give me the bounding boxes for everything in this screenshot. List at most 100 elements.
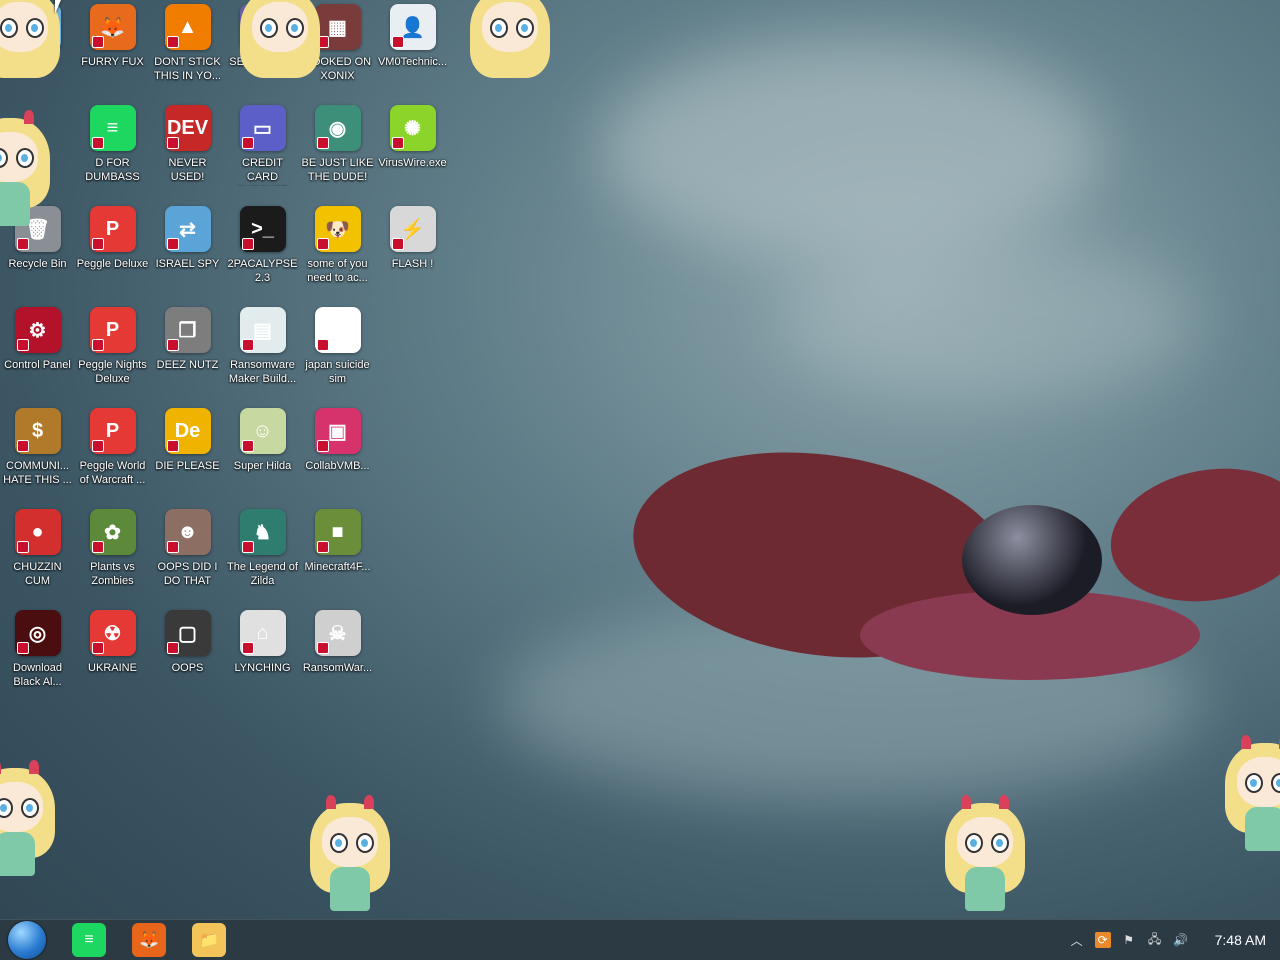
desktop-icon-label: FLASH !	[391, 258, 434, 270]
shortcut-badge-icon	[91, 137, 104, 149]
desktop-icon-label: NEVER USED!	[168, 157, 207, 183]
desktop-icon[interactable]: ☻ OOPS DID I DO THAT	[150, 505, 225, 606]
desktop-icon[interactable]: ▭ CREDIT CARD CHECKER	[225, 101, 300, 202]
app-icon: ◎	[14, 610, 61, 656]
app-icon: DEV	[164, 105, 211, 151]
desktop-icon-label: COMMUNI... HATE THIS ...	[3, 460, 72, 486]
desktop-icon[interactable]: ✺ VirusWire.exe	[375, 101, 450, 202]
desktop-icon[interactable]: De DIE PLEASE	[150, 404, 225, 505]
desktop-icon-label: D FOR DUMBASS	[85, 157, 140, 183]
desktop-icon-label: Download Black Al...	[13, 662, 62, 688]
desktop-icon[interactable]: ☠ RansomWar...	[300, 606, 375, 707]
shortcut-badge-icon	[16, 541, 29, 553]
character-sticker	[0, 0, 70, 100]
desktop: 🖥This PC🦊FURRY FUX▲DONT STICK THIS IN YO…	[0, 0, 1280, 920]
app-icon: P	[89, 307, 136, 353]
app-icon: >_	[239, 206, 286, 252]
desktop-icon-label: Peggle World of Warcraft ...	[79, 460, 146, 486]
app-icon: De	[164, 408, 211, 454]
desktop-icon[interactable]: ≡ D FOR DUMBASS	[75, 101, 150, 202]
network-icon[interactable]: 🖧	[1147, 932, 1163, 948]
shortcut-badge-icon	[166, 137, 179, 149]
desktop-icon[interactable]: P Peggle World of Warcraft ...	[75, 404, 150, 505]
app-icon: 🐶	[314, 206, 361, 252]
app-icon: ✿	[89, 509, 136, 555]
volume-icon[interactable]: 🔊	[1173, 932, 1189, 948]
desktop-icon[interactable]: 🦊 FURRY FUX	[75, 0, 150, 101]
shortcut-badge-icon	[316, 137, 329, 149]
desktop-icon-label: some of you need to ac...	[307, 258, 368, 284]
desktop-icon-label: DIE PLEASE	[155, 460, 220, 472]
desktop-icon[interactable]: 🐶 some of you need to ac...	[300, 202, 375, 303]
app-icon: ⇄	[164, 206, 211, 252]
character-sticker	[460, 0, 560, 100]
desktop-icon[interactable]: ✿ Plants vs Zombies	[75, 505, 150, 606]
notes-app-icon[interactable]: ≡	[72, 923, 106, 957]
desktop-icon[interactable]: ♟ japan suicide sim	[300, 303, 375, 404]
desktop-icon[interactable]: P Peggle Deluxe	[75, 202, 150, 303]
shortcut-badge-icon	[316, 642, 329, 654]
desktop-icon[interactable]: ☢ UKRAINE	[75, 606, 150, 707]
desktop-icon-label: OOPS	[171, 662, 204, 674]
start-button[interactable]	[8, 921, 46, 959]
character-sticker	[230, 0, 330, 100]
desktop-icon-label: Minecraft4F...	[304, 561, 371, 573]
desktop-icon[interactable]: 👤 VM0Technic...	[375, 0, 450, 101]
desktop-icon-label: CHUZZIN CUM	[13, 561, 62, 587]
desktop-icon[interactable]: $ COMMUNI... HATE THIS ...	[0, 404, 75, 505]
desktop-icon[interactable]: ⚡ FLASH !	[375, 202, 450, 303]
desktop-icon[interactable]: ⌂ LYNCHING	[225, 606, 300, 707]
shortcut-badge-icon	[166, 36, 179, 48]
shortcut-badge-icon	[91, 339, 104, 351]
file-explorer-icon[interactable]: 📁	[192, 923, 226, 957]
desktop-icon[interactable]: ▣ CollabVMB...	[300, 404, 375, 505]
desktop-icon[interactable]: ☺ Super Hilda	[225, 404, 300, 505]
shortcut-badge-icon	[91, 36, 104, 48]
chevron-up-icon[interactable]: ︿	[1069, 932, 1085, 948]
desktop-icon[interactable]: ⇄ ISRAEL SPY	[150, 202, 225, 303]
desktop-icon[interactable]: ◉ BE JUST LIKE THE DUDE!	[300, 101, 375, 202]
shortcut-badge-icon	[16, 642, 29, 654]
app-icon: ●	[14, 509, 61, 555]
desktop-icon[interactable]: DEV NEVER USED!	[150, 101, 225, 202]
app-icon: ▣	[314, 408, 361, 454]
flag-icon[interactable]: ⚑	[1121, 932, 1137, 948]
shortcut-badge-icon	[166, 339, 179, 351]
shortcut-badge-icon	[166, 642, 179, 654]
desktop-icon-grid: 🖥This PC🦊FURRY FUX▲DONT STICK THIS IN YO…	[0, 0, 460, 707]
app-icon: ☢	[89, 610, 136, 656]
shortcut-badge-icon	[91, 541, 104, 553]
app-icon: P	[89, 408, 136, 454]
desktop-icon[interactable]: ▤ Ransomware Maker Build...	[225, 303, 300, 404]
shortcut-badge-icon	[241, 642, 254, 654]
app-icon: ☻	[164, 509, 211, 555]
desktop-icon[interactable]: ■ Minecraft4F...	[300, 505, 375, 606]
shortcut-badge-icon	[241, 137, 254, 149]
shortcut-badge-icon	[316, 440, 329, 452]
shortcut-badge-icon	[241, 238, 254, 250]
desktop-icon[interactable]: ▢ OOPS	[150, 606, 225, 707]
desktop-icon[interactable]: P Peggle Nights Deluxe	[75, 303, 150, 404]
desktop-icon[interactable]: ● CHUZZIN CUM	[0, 505, 75, 606]
update-icon[interactable]: ⟳	[1094, 932, 1111, 948]
app-icon: ♞	[239, 509, 286, 555]
desktop-icon[interactable]: ⚙ Control Panel	[0, 303, 75, 404]
app-icon: ♟	[314, 307, 361, 353]
desktop-icon-label: DONT STICK THIS IN YO...	[153, 56, 222, 82]
app-icon: 🦊	[89, 4, 136, 50]
mouse-cursor-icon	[55, 0, 61, 14]
desktop-icon[interactable]: >_ 2PACALYPSE 2.3	[225, 202, 300, 303]
desktop-icon[interactable]: ◎ Download Black Al...	[0, 606, 75, 707]
shortcut-badge-icon	[391, 137, 404, 149]
shortcut-badge-icon	[241, 541, 254, 553]
desktop-icon-label: japan suicide sim	[305, 359, 370, 385]
desktop-icon[interactable]: ♞ The Legend of Zilda	[225, 505, 300, 606]
app-icon: ▲	[164, 4, 211, 50]
taskbar-clock[interactable]: 7:48 AM	[1215, 932, 1266, 948]
desktop-icon[interactable]: ▲ DONT STICK THIS IN YO...	[150, 0, 225, 101]
app-icon: ⚡	[389, 206, 436, 252]
app-icon: P	[89, 206, 136, 252]
app-icon: ◉	[314, 105, 361, 151]
firefox-icon[interactable]: 🦊	[132, 923, 166, 957]
desktop-icon[interactable]: ❐ DEEZ NUTZ	[150, 303, 225, 404]
